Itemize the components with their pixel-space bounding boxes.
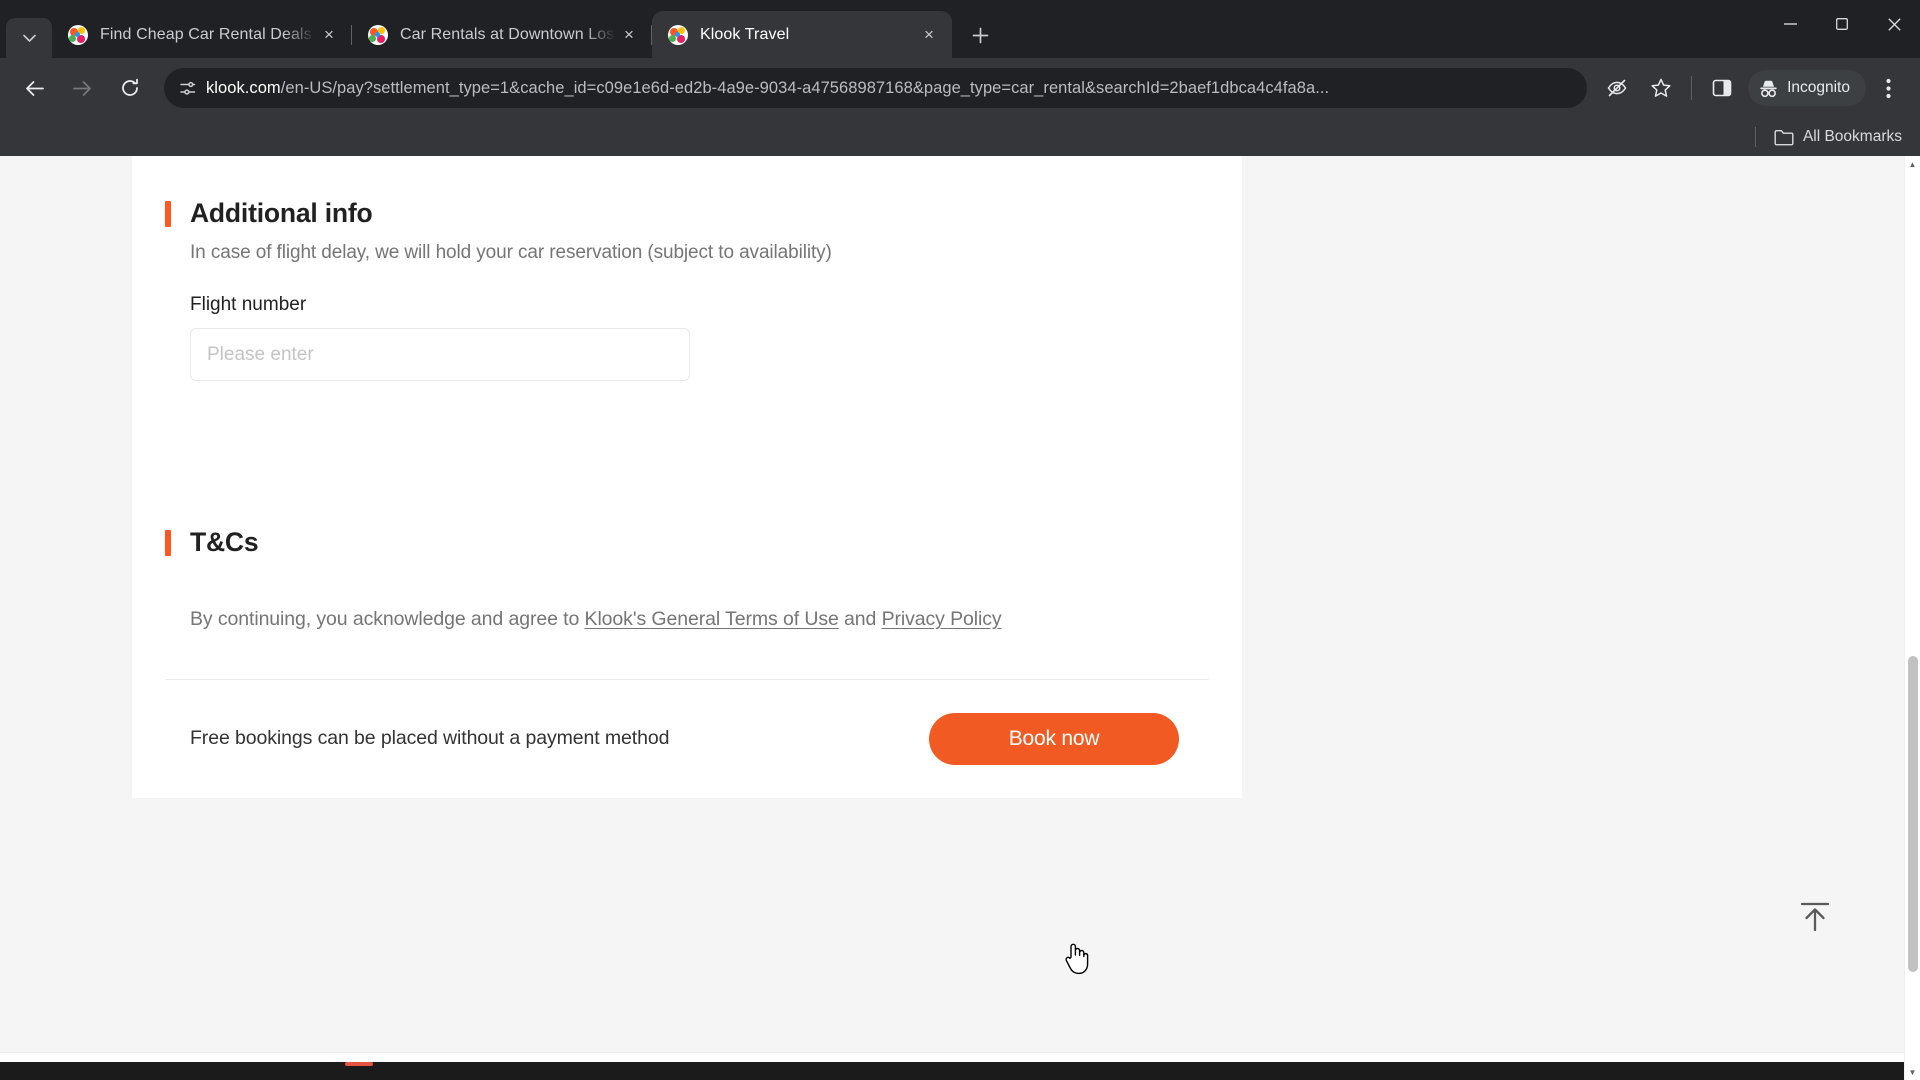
incognito-profile-button[interactable]: Incognito <box>1748 70 1866 106</box>
tab-strip: Find Cheap Car Rental Deals & × Car Rent… <box>0 0 1920 58</box>
tcs-text-between: and <box>838 608 882 630</box>
taskbar-active-indicator <box>345 1062 373 1066</box>
page-title: Additional info <box>190 198 373 228</box>
tcs-title: T&Cs <box>190 527 259 557</box>
additional-info-section: Additional info In case of flight delay,… <box>132 156 1242 381</box>
arrow-right-icon <box>72 80 91 96</box>
sliders-icon <box>179 81 195 95</box>
address-bar-url: klook.com/en-US/pay?settlement_type=1&ca… <box>206 79 1329 98</box>
free-booking-note: Free bookings can be placed without a pa… <box>190 727 670 750</box>
tab-title: Car Rentals at Downtown Los A <box>400 25 616 43</box>
terms-of-use-link[interactable]: Klook's General Terms of Use <box>585 608 839 630</box>
panel-icon <box>1712 79 1732 97</box>
additional-info-subtitle: In case of flight delay, we will hold yo… <box>190 242 832 263</box>
site-settings-icon[interactable] <box>172 73 202 103</box>
folder-icon <box>1774 129 1794 146</box>
window-controls <box>1764 0 1920 48</box>
privacy-policy-link[interactable]: Privacy Policy <box>882 608 1002 630</box>
incognito-icon <box>1758 78 1779 99</box>
klook-logo-icon <box>68 24 88 45</box>
back-button[interactable] <box>14 68 54 108</box>
klook-checkout-page: Additional info In case of flight delay,… <box>0 156 1904 1080</box>
reload-button[interactable] <box>110 68 150 108</box>
page-viewport: Additional info In case of flight delay,… <box>0 156 1920 1080</box>
mouse-cursor <box>1063 941 1089 975</box>
kebab-menu-icon <box>1885 78 1891 98</box>
side-panel-icon[interactable] <box>1704 70 1740 106</box>
bookmarks-bar: All Bookmarks <box>0 118 1920 156</box>
plus-icon <box>972 27 988 43</box>
address-bar[interactable]: klook.com/en-US/pay?settlement_type=1&ca… <box>164 68 1588 108</box>
close-icon[interactable]: × <box>916 22 942 48</box>
close-icon[interactable]: × <box>616 22 642 48</box>
flight-number-input[interactable] <box>190 328 690 381</box>
tcs-header: T&Cs <box>165 485 1209 558</box>
arrow-left-icon <box>25 80 44 96</box>
additional-info-header: Additional info <box>165 156 1209 229</box>
new-tab-button[interactable] <box>960 15 1000 55</box>
back-to-top-button[interactable] <box>1788 890 1842 944</box>
tcs-text: By continuing, you acknowledge and agree… <box>190 606 1200 634</box>
tracking-protection-off-icon[interactable] <box>1599 70 1635 106</box>
arrow-up-icon <box>1800 902 1830 932</box>
close-window-button[interactable] <box>1868 0 1920 48</box>
url-host: klook.com <box>206 78 281 97</box>
all-bookmarks-button[interactable]: All Bookmarks <box>1774 128 1902 146</box>
tcs-section: T&Cs By continuing, you acknowledge and … <box>132 485 1242 680</box>
star-icon <box>1651 78 1671 97</box>
section-accent-bar <box>165 529 171 556</box>
section-accent-bar <box>165 200 171 227</box>
close-icon[interactable]: × <box>316 22 342 48</box>
scroll-up-arrow[interactable]: ▲ <box>1905 156 1920 172</box>
browser-window: Find Cheap Car Rental Deals & × Car Rent… <box>0 0 1920 1080</box>
pointer-hand-cursor-icon <box>1065 943 1089 975</box>
booking-action-row: Free bookings can be placed without a pa… <box>132 680 1242 798</box>
incognito-label: Incognito <box>1787 79 1850 96</box>
klook-logo-icon <box>668 24 688 45</box>
tab-title: Klook Travel <box>700 25 790 43</box>
bookmarks-divider <box>1754 127 1756 147</box>
close-icon <box>1887 17 1901 31</box>
minimize-button[interactable] <box>1764 0 1816 48</box>
all-bookmarks-label: All Bookmarks <box>1802 128 1902 145</box>
eye-off-icon <box>1607 79 1627 97</box>
tab-title: Find Cheap Car Rental Deals & <box>100 25 316 43</box>
folder-glyph-icon <box>1774 129 1794 145</box>
tcs-text-before: By continuing, you acknowledge and agree… <box>190 608 585 630</box>
browser-tab-1[interactable]: Find Cheap Car Rental Deals & × <box>52 11 352 58</box>
url-path: /en-US/pay?settlement_type=1&cache_id=c0… <box>280 78 1330 97</box>
browser-tab-3-active[interactable]: Klook Travel × <box>652 11 952 58</box>
tab-search-button[interactable] <box>6 18 52 58</box>
book-now-button[interactable]: Book now <box>929 712 1179 765</box>
page-scrollbar[interactable]: ▲ ▼ <box>1904 156 1920 1080</box>
maximize-icon <box>1836 18 1848 30</box>
maximize-button[interactable] <box>1816 0 1868 48</box>
scrollbar-thumb[interactable] <box>1908 656 1918 972</box>
chevron-down-icon <box>22 34 36 42</box>
browser-toolbar: klook.com/en-US/pay?settlement_type=1&ca… <box>0 58 1920 118</box>
reload-icon <box>122 78 138 96</box>
minimize-icon <box>1783 23 1797 25</box>
browser-tab-2[interactable]: Car Rentals at Downtown Los A × <box>352 11 652 58</box>
checkout-card: Additional info In case of flight delay,… <box>132 156 1242 798</box>
flight-number-label: Flight number <box>190 294 307 315</box>
scroll-down-arrow[interactable]: ▼ <box>1905 1064 1920 1080</box>
three-dot-menu-icon[interactable] <box>1870 70 1906 106</box>
taskbar-strip <box>0 1062 1904 1080</box>
toolbar-divider <box>1691 76 1693 100</box>
forward-button[interactable] <box>62 68 102 108</box>
klook-logo-icon <box>368 24 388 45</box>
bookmark-star-icon[interactable] <box>1643 70 1679 106</box>
incognito-glyph-icon <box>1760 80 1777 97</box>
